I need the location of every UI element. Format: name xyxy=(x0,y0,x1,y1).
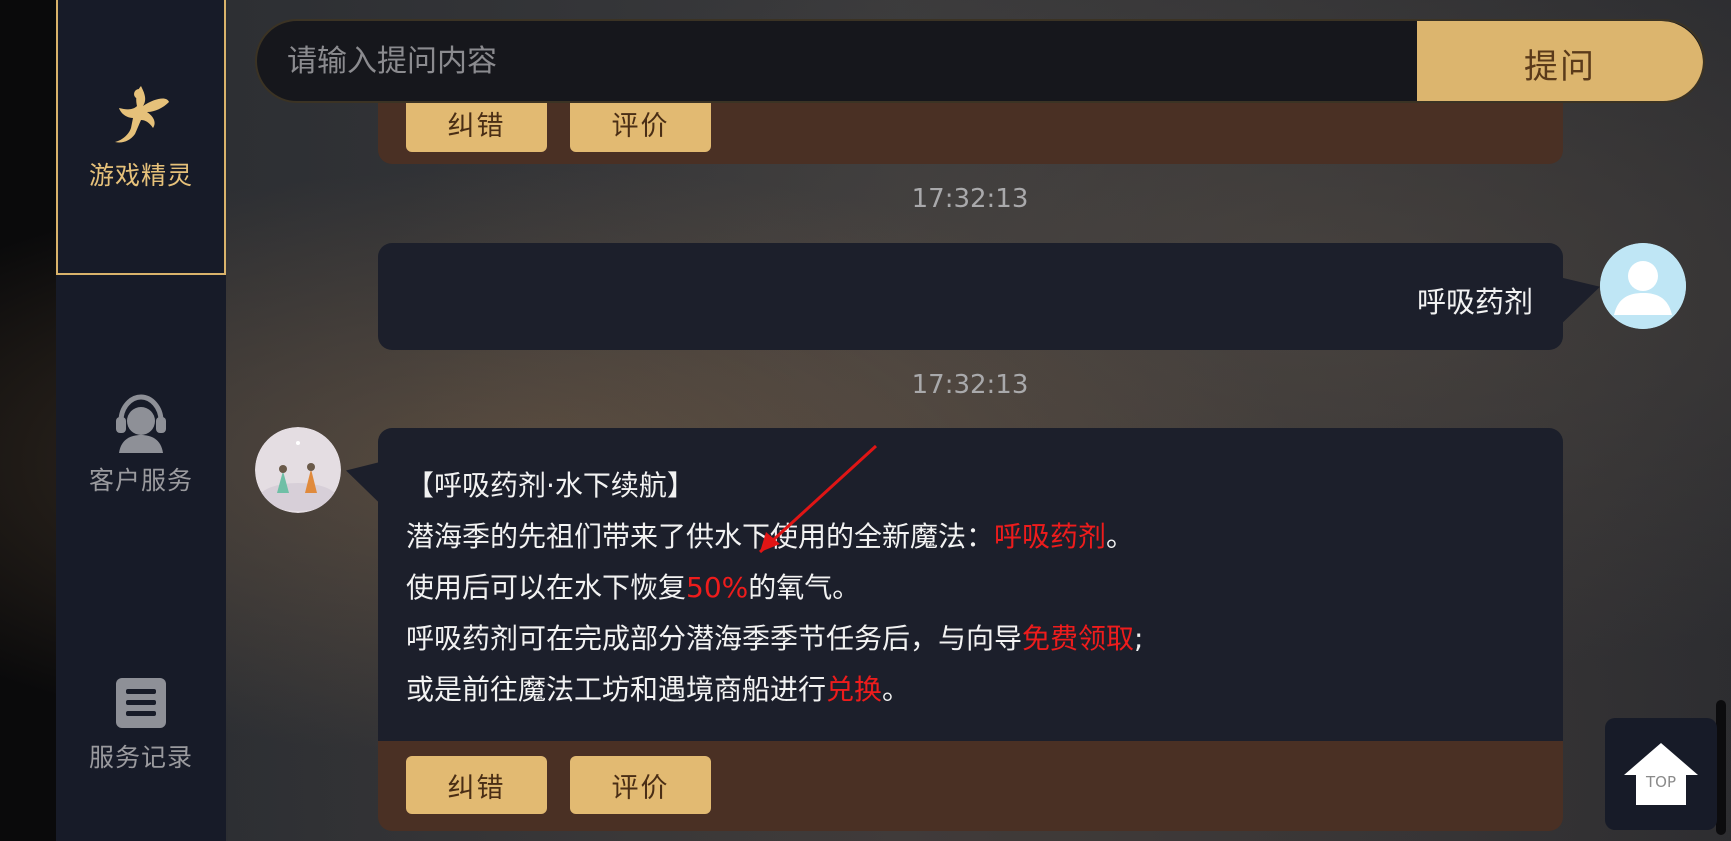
bubble-tail xyxy=(1560,262,1600,326)
scrollbar[interactable] xyxy=(1716,700,1726,835)
user-avatar-icon xyxy=(1600,243,1686,329)
top-label: TOP xyxy=(1645,773,1676,791)
customer-service-icon xyxy=(116,394,166,453)
sidebar-item-customer-service[interactable]: 客户服务 xyxy=(56,345,226,545)
fairy-icon xyxy=(115,85,169,143)
bot-avatar-icon xyxy=(255,427,341,513)
question-input[interactable] xyxy=(257,21,1417,101)
message-timestamp: 17:32:13 xyxy=(911,370,1029,400)
bot-avatar[interactable] xyxy=(255,427,341,513)
sidebar: 游戏精灵 客户服务 服务记录 xyxy=(56,0,226,841)
bot-message-footer: 纠错 评价 xyxy=(378,741,1563,831)
message-line: 使用后可以在水下恢复50%的氧气。 xyxy=(406,571,861,604)
message-line: 或是前往魔法工坊和遇境商船进行兑换。 xyxy=(406,673,911,706)
house-up-icon: TOP xyxy=(1624,743,1698,805)
prev-message-footer: 纠错 评价 xyxy=(378,94,1563,164)
sidebar-item-game-spirit[interactable]: 游戏精灵 xyxy=(56,0,226,275)
user-avatar[interactable] xyxy=(1600,243,1686,329)
sidebar-item-label: 客户服务 xyxy=(88,466,193,495)
scroll-to-top-button[interactable]: TOP xyxy=(1605,718,1717,830)
correct-button[interactable]: 纠错 xyxy=(406,756,547,814)
search-bar: 提问 xyxy=(255,19,1705,103)
ask-button[interactable]: 提问 xyxy=(1417,21,1703,101)
bot-message-bubble: 【呼吸药剂·水下续航】 潜海季的先祖们带来了供水下使用的全新魔法：呼吸药剂。 使… xyxy=(378,428,1563,743)
user-message-text: 呼吸药剂 xyxy=(1416,285,1533,319)
user-message-bubble: 呼吸药剂 xyxy=(378,243,1563,350)
arrow-annotation-icon xyxy=(758,444,878,554)
message-timestamp: 17:32:13 xyxy=(911,184,1029,214)
sidebar-item-label: 游戏精灵 xyxy=(88,160,193,190)
message-line: 呼吸药剂可在完成部分潜海季季节任务后，与向导免费领取; xyxy=(406,622,1144,655)
rate-button[interactable]: 评价 xyxy=(570,756,711,814)
records-icon xyxy=(116,678,166,728)
sidebar-item-service-records[interactable]: 服务记录 xyxy=(56,625,226,825)
bubble-tail xyxy=(346,448,382,506)
sidebar-item-label: 服务记录 xyxy=(88,743,193,772)
